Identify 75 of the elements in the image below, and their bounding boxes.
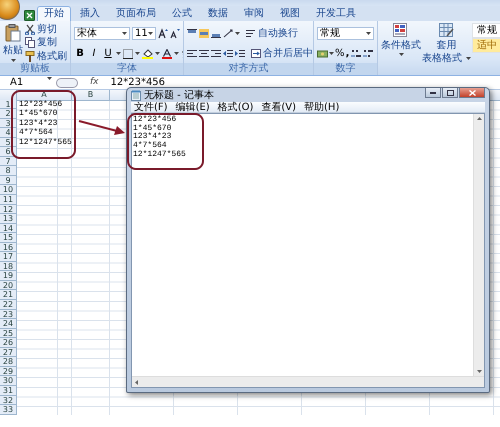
group-label: 剪贴板 (0, 63, 70, 75)
row-number[interactable]: 14 (0, 224, 17, 234)
ribbon-command[interactable]: 格式刷 (37, 50, 67, 62)
ribbon-command[interactable]: 剪切 (37, 24, 57, 36)
row-number[interactable]: 31 (0, 386, 17, 396)
cell-style-item[interactable]: 适中 (472, 38, 500, 53)
formula-text: 12*23*456 (110, 77, 166, 88)
row-number[interactable]: 17 (0, 252, 17, 262)
table-format-button[interactable]: 套用 表格格式 (422, 23, 471, 64)
row-number[interactable]: 24 (0, 319, 17, 329)
menu-item[interactable]: 格式(O) (218, 102, 254, 112)
window-title: 无标题 - 记事本 (144, 90, 214, 100)
group-label: 字体 (71, 63, 183, 75)
bold-button[interactable]: B (74, 48, 86, 59)
text-line: 123*4*23 (133, 133, 172, 142)
row-number[interactable]: 9 (0, 176, 17, 186)
row-number[interactable]: 10 (0, 185, 17, 196)
merge-center-button[interactable]: 合并后居中 (251, 48, 313, 58)
ribbon-command[interactable]: 复制 (37, 37, 57, 48)
font-name-field[interactable]: 宋体 (74, 27, 130, 40)
group-label: 对齐方式 (184, 63, 313, 75)
row-number[interactable]: 13 (0, 214, 17, 224)
text-line: 12*23*456 (133, 116, 178, 124)
row-number[interactable]: 20 (0, 280, 17, 290)
text-line: 1*45*670 (133, 124, 172, 133)
menu-item[interactable]: 文件(F) (134, 102, 168, 112)
ribbon-tab[interactable]: 开始 (37, 6, 71, 21)
row-number[interactable]: 25 (0, 328, 17, 338)
comma-button[interactable]: , (345, 48, 350, 59)
row-number[interactable]: 16 (0, 242, 17, 252)
text-line: 4*7*564 (133, 142, 167, 150)
ribbon-tab[interactable]: 页面布局 (109, 6, 163, 21)
row-number[interactable]: 30 (0, 376, 17, 386)
menu-item[interactable]: 帮助(H) (304, 102, 340, 112)
row-number[interactable]: 18 (0, 262, 17, 272)
number-format-field[interactable]: 常规 (317, 27, 374, 40)
table-cell-text: 1*45*670 (18, 109, 58, 119)
ribbon-tab[interactable]: 数据 (201, 6, 235, 21)
cell-style-item[interactable]: 常规 (472, 23, 500, 38)
group-label: 数字 (314, 63, 377, 75)
table-cell-text: 12*1247*565 (18, 138, 72, 148)
underline-button[interactable]: U (102, 48, 114, 59)
row-number[interactable]: 32 (0, 396, 17, 406)
conditional-format-button[interactable]: 条件格式 (381, 23, 421, 64)
row-number[interactable]: 28 (0, 357, 17, 367)
menu-item[interactable]: 查看(V) (261, 102, 296, 112)
row-number[interactable]: 22 (0, 300, 17, 310)
row-number[interactable]: 11 (0, 195, 17, 205)
font-size-field[interactable]: 11 (132, 27, 156, 40)
row-number[interactable]: 29 (0, 366, 17, 376)
percent-button[interactable]: % (335, 48, 344, 59)
menu-item[interactable]: 编辑(E) (176, 102, 210, 112)
italic-button[interactable]: I (88, 48, 100, 59)
row-number[interactable]: 8 (0, 166, 17, 176)
row-number[interactable]: 23 (0, 310, 17, 320)
row-number[interactable]: 27 (0, 348, 17, 358)
row-number[interactable]: 21 (0, 290, 17, 300)
ribbon-tab[interactable]: 插入 (73, 6, 107, 21)
row-number[interactable]: 26 (0, 338, 17, 348)
table-cell-text: 4*7*564 (18, 128, 54, 138)
text-line: 12*1247*565 (133, 150, 187, 160)
wrap-text-button[interactable]: 自动换行 (246, 28, 298, 38)
ribbon-tab[interactable]: 视图 (273, 6, 307, 21)
table-cell-text: 12*23*456 (18, 100, 64, 109)
ribbon-tab[interactable]: 审阅 (237, 6, 271, 21)
row-number[interactable]: 15 (0, 233, 17, 243)
row-number[interactable]: 19 (0, 271, 17, 281)
paste-button[interactable]: 粘贴 (3, 44, 23, 56)
ribbon-tab[interactable]: 公式 (165, 6, 199, 21)
row-number[interactable]: 12 (0, 204, 17, 214)
table-cell-text: 123*4*23 (18, 118, 58, 128)
ribbon-tab[interactable]: 开发工具 (309, 6, 363, 21)
insert-function-button[interactable]: fx (90, 78, 98, 88)
row-number[interactable]: 33 (0, 405, 17, 415)
name-box[interactable]: A1 (2, 77, 52, 88)
